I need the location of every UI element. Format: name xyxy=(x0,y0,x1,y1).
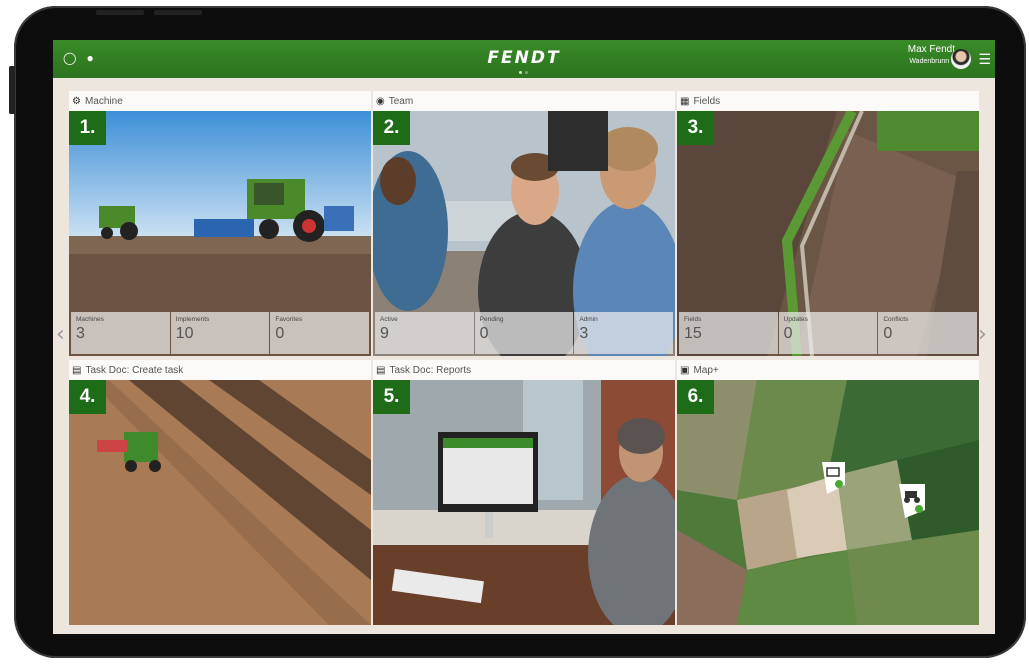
document-icon: ▤ xyxy=(376,364,386,376)
tile-stats: Fields 15 Updates 0 Conflicts 0 xyxy=(679,312,978,354)
stat-admin[interactable]: Admin 3 xyxy=(574,312,674,354)
task-reports-image xyxy=(373,380,675,625)
stat-pending[interactable]: Pending 0 xyxy=(474,312,574,354)
map-image xyxy=(677,380,979,625)
stat-favorites[interactable]: Favorites 0 xyxy=(270,312,370,354)
stat-machines[interactable]: Machines 3 xyxy=(71,312,170,354)
top-bar: ◯ ● FENDT Max Fendt Wadenbrunn 1 ☰ xyxy=(53,40,995,78)
tile-header: ▤ Task Doc: Create task xyxy=(69,360,371,380)
tile-task-reports[interactable]: ▤ Task Doc: Reports 5. xyxy=(373,360,675,625)
user-name: Max Fendt xyxy=(907,44,955,55)
tile-header: ⚙ Machine xyxy=(69,91,371,111)
tablet-side-button xyxy=(9,66,15,114)
team-icon: ◉ xyxy=(376,95,385,107)
user-farm: Wadenbrunn 1 xyxy=(909,58,955,65)
menu-icon[interactable]: ☰ xyxy=(978,51,991,68)
tile-number: 5. xyxy=(373,380,410,414)
task-create-image xyxy=(69,380,371,625)
tile-header: ◉ Team xyxy=(373,91,675,111)
tile-title: Task Doc: Reports xyxy=(389,364,472,376)
tile-title: Fields xyxy=(693,95,721,107)
tile-number: 3. xyxy=(677,111,714,145)
tablet-button xyxy=(96,10,144,15)
stat-updates[interactable]: Updates 0 xyxy=(778,312,878,354)
tile-header: ▦ Fields xyxy=(677,91,979,111)
stat-fields[interactable]: Fields 15 xyxy=(679,312,778,354)
tractor-icon: ⚙ xyxy=(72,95,81,107)
tile-title: Machine xyxy=(84,95,123,107)
stat-conflicts[interactable]: Conflicts 0 xyxy=(878,312,978,354)
fendt-logo: FENDT xyxy=(487,48,561,68)
fields-icon: ▦ xyxy=(680,95,690,107)
tile-stats: Machines 3 Implements 10 Favorites 0 xyxy=(71,312,370,354)
tile-header: ▤ Task Doc: Reports xyxy=(373,360,675,380)
tile-number: 1. xyxy=(69,111,106,145)
tile-fields[interactable]: ▦ Fields 3. Fields 15 Updates 0 Conflicts 0 xyxy=(677,91,979,356)
stat-implements[interactable]: Implements 10 xyxy=(170,312,270,354)
page-indicator xyxy=(519,71,528,74)
tablet-button xyxy=(154,10,202,15)
tile-title: Task Doc: Create task xyxy=(85,364,184,376)
tile-header: ▣ Map+ xyxy=(677,360,979,380)
tile-title: Map+ xyxy=(693,364,719,376)
avatar[interactable] xyxy=(951,49,971,69)
next-page-arrow[interactable]: › xyxy=(978,322,987,347)
tile-machine[interactable]: ⚙ Machine 1. Machines 3 Implements 10 Favor… xyxy=(69,91,371,356)
tile-number: 2. xyxy=(373,111,410,145)
map-icon: ▣ xyxy=(680,364,690,376)
tile-title: Team xyxy=(388,95,414,107)
tile-number: 4. xyxy=(69,380,106,414)
tile-team[interactable]: ◉ Team 2. Active 9 Pending 0 Admin 3 xyxy=(373,91,675,356)
app-screen: ◯ ● FENDT Max Fendt Wadenbrunn 1 ☰ ⚙ Mach… xyxy=(53,40,995,634)
tile-task-create[interactable]: ▤ Task Doc: Create task 4. xyxy=(69,360,371,625)
previous-page-arrow[interactable]: ‹ xyxy=(56,322,65,347)
tile-stats: Active 9 Pending 0 Admin 3 xyxy=(375,312,674,354)
tile-map[interactable]: ▣ Map+ 6. xyxy=(677,360,979,625)
user-info[interactable]: Max Fendt Wadenbrunn 1 xyxy=(907,44,955,66)
stat-active[interactable]: Active 9 xyxy=(375,312,474,354)
document-icon: ▤ xyxy=(72,364,82,376)
tile-number: 6. xyxy=(677,380,714,414)
